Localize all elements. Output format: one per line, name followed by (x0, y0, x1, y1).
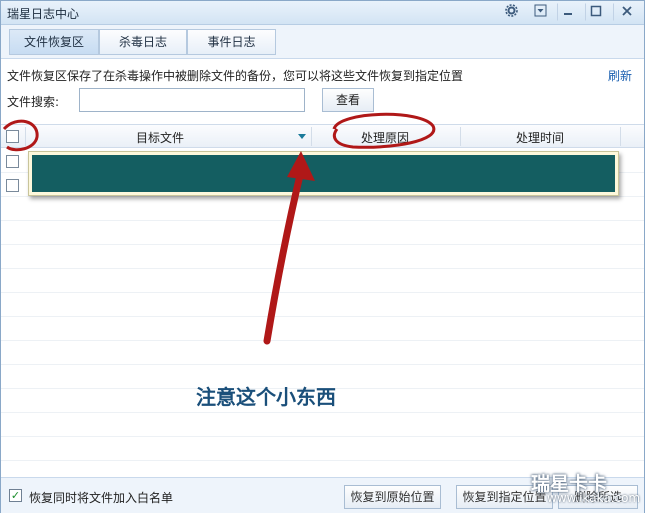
whitelist-checkbox[interactable]: ✓ (9, 489, 22, 502)
watermark-logo: 瑞星卡卡 www.ikaka.com (521, 467, 645, 513)
log-center-window: 瑞星日志中心 文件恢复区 杀毒日志 事件日志 文件恢复区保存了在杀毒操作中被删除… (0, 0, 645, 513)
annotation-overlay (2, 112, 436, 345)
restore-original-button[interactable]: 恢复到原始位置 (344, 485, 441, 509)
whitelist-label: 恢复同时将文件加入白名单 (29, 491, 174, 505)
watermark-url: www.ikaka.com (547, 491, 641, 505)
annotation-arrow-shaft (263, 167, 305, 345)
annotation-circle-reason (332, 112, 436, 149)
annotation-arrow-head (287, 151, 315, 181)
annotation-caption: 注意这个小东西 (196, 385, 336, 409)
annotation-circle-checkbox (2, 119, 39, 152)
